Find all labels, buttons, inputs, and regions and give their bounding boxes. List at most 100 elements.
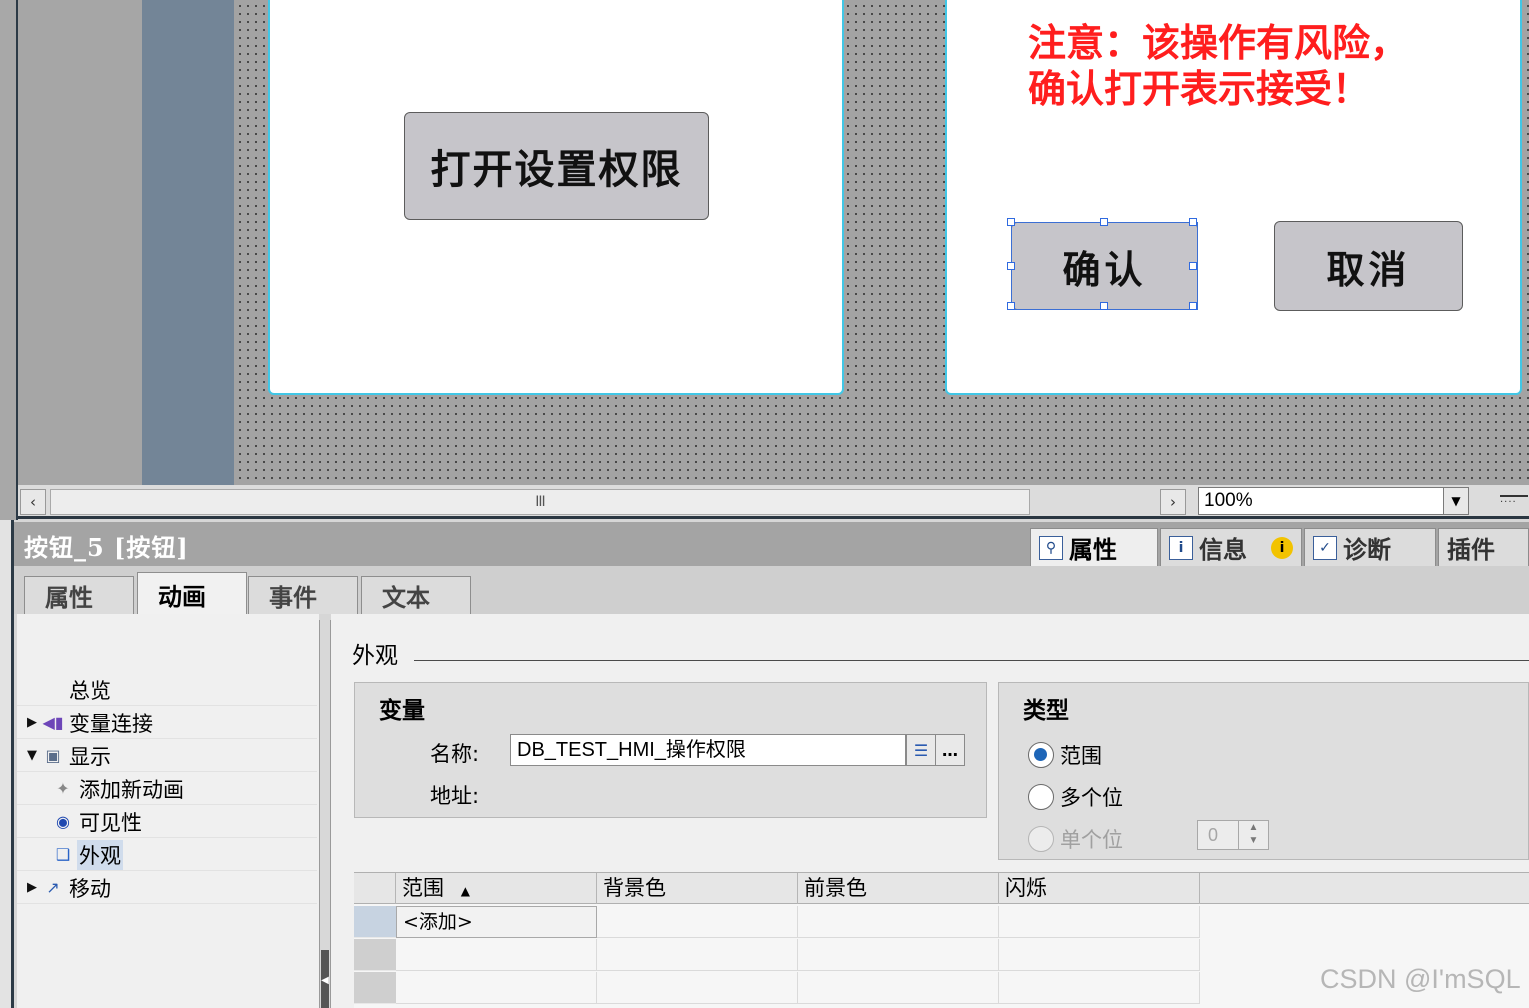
table-cell xyxy=(999,906,1200,938)
radio-single-bit xyxy=(1028,826,1054,852)
add-row-cell[interactable]: <添加> xyxy=(396,906,597,938)
tab-label: 诊断 xyxy=(1343,536,1391,564)
table-header: 范围 ▲ 背景色 前景色 闪烁 xyxy=(354,872,1529,904)
warning-line-2: 确认打开表示接受！ xyxy=(1028,66,1371,111)
resize-handle-w[interactable] xyxy=(1007,262,1015,270)
add-animation-icon: ✦ xyxy=(56,779,70,798)
variable-group-title: 变量 xyxy=(379,698,425,724)
tab-label: 属性 xyxy=(1069,536,1117,564)
tag-name-field[interactable]: DB_TEST_HMI_操作权限 xyxy=(510,734,906,766)
table-cell xyxy=(396,972,597,1004)
resize-handle-n[interactable] xyxy=(1100,218,1108,226)
tab-diagnostics[interactable]: ✓ 诊断 xyxy=(1304,528,1436,566)
tab-label: 插件 xyxy=(1447,536,1495,564)
resize-handle-nw[interactable] xyxy=(1007,218,1015,226)
selection-frame xyxy=(1011,222,1198,310)
row-header xyxy=(354,939,396,971)
chevron-right-icon: › xyxy=(1170,493,1176,511)
tree-label: 总览 xyxy=(69,678,111,703)
tree-label: 移动 xyxy=(69,876,111,901)
tree-item-visibility[interactable]: ◉ 可见性 xyxy=(17,806,317,838)
column-header-range[interactable]: 范围 ▲ xyxy=(396,873,597,904)
tab-properties[interactable]: ⚲ 属性 xyxy=(1030,528,1158,566)
table-cell xyxy=(999,939,1200,971)
cancel-button[interactable]: 取消 xyxy=(1274,221,1463,311)
subtab-properties[interactable]: 属性 xyxy=(24,576,134,614)
resize-handle-ne[interactable] xyxy=(1189,218,1197,226)
tree-item-add-animation[interactable]: ✦ 添加新动画 xyxy=(17,773,317,805)
collapse-tree-icon[interactable]: ◀ xyxy=(321,950,329,1008)
resize-handle-sw[interactable] xyxy=(1007,302,1015,310)
info-icon: i xyxy=(1169,535,1193,560)
resize-handle-e[interactable] xyxy=(1189,262,1197,270)
tab-info[interactable]: i 信息 i xyxy=(1160,528,1302,566)
canvas-gutter xyxy=(18,0,142,485)
expand-arrow-icon[interactable]: ▶ xyxy=(27,715,41,730)
table-cell xyxy=(999,972,1200,1004)
tree-item-tag-connection[interactable]: ▶ ◀▮ 变量连接 xyxy=(17,707,317,739)
column-header-background[interactable]: 背景色 xyxy=(597,873,798,904)
risk-warning-text[interactable]: 注意：该操作有风险， 确认打开表示接受！ xyxy=(1028,20,1488,112)
radio-single-bit-label: 单个位 xyxy=(1060,828,1123,852)
tree-label: 变量连接 xyxy=(69,711,153,736)
tree-label: 外观 xyxy=(77,839,123,870)
stepper-arrows-icon: ▲ ▼ xyxy=(1238,821,1268,849)
tree-item-movement[interactable]: ▶ ↗ 移动 xyxy=(17,872,317,904)
tag-list-button[interactable]: ☰ xyxy=(906,734,936,766)
radio-multiple-bits-label[interactable]: 多个位 xyxy=(1060,782,1123,812)
ellipsis-icon: … xyxy=(942,740,958,760)
subtab-texts[interactable]: 文本 xyxy=(361,576,471,614)
row-header xyxy=(354,972,396,1004)
bit-number-stepper: 0 ▲ ▼ xyxy=(1197,820,1269,850)
row-header[interactable] xyxy=(354,906,396,938)
radio-range[interactable] xyxy=(1028,742,1054,768)
table-cell xyxy=(597,972,798,1004)
subtab-events[interactable]: 事件 xyxy=(248,576,358,614)
canvas-side-area xyxy=(142,0,234,485)
tree-label: 添加新动画 xyxy=(79,777,184,802)
table-cell xyxy=(597,939,798,971)
scroll-left-button[interactable]: ‹ xyxy=(20,489,46,515)
resize-handle-se[interactable] xyxy=(1189,302,1197,310)
column-header-foreground[interactable]: 前景色 xyxy=(798,873,999,904)
properties-icon: ⚲ xyxy=(1039,535,1063,560)
chevron-left-icon: ‹ xyxy=(30,493,36,511)
tree-item-appearance[interactable]: ❑ 外观 xyxy=(17,839,317,871)
row-header-corner xyxy=(354,873,396,904)
eye-icon: ◉ xyxy=(56,812,70,831)
tree-item-display[interactable]: ▼ ▣ 显示 xyxy=(17,740,317,772)
table-cell xyxy=(798,906,999,938)
scroll-right-button[interactable]: › xyxy=(1160,489,1186,515)
zoom-fit-icon[interactable]: ···· xyxy=(1500,495,1528,511)
inspector-header: 按钮_5 [按钮] ⚲ 属性 i 信息 i ✓ 诊断 插件 xyxy=(14,522,1529,566)
appearance-icon: ❑ xyxy=(55,845,71,864)
table-cell xyxy=(798,939,999,971)
resize-handle-s[interactable] xyxy=(1100,302,1108,310)
radio-range-label[interactable]: 范围 xyxy=(1060,740,1102,770)
collapse-arrow-icon[interactable]: ▼ xyxy=(27,748,41,763)
table-cell xyxy=(597,906,798,938)
tab-label: 信息 xyxy=(1199,536,1247,564)
zoom-level-field[interactable]: 100% xyxy=(1198,487,1460,515)
browse-tag-button[interactable]: … xyxy=(935,734,965,766)
open-settings-permission-button[interactable]: 打开设置权限 xyxy=(404,112,709,220)
info-badge-icon: i xyxy=(1271,536,1293,559)
bit-number-value: 0 xyxy=(1208,825,1219,845)
inspector-sub-tabs: 属性 动画 事件 文本 xyxy=(14,566,1529,616)
address-label: 地址: xyxy=(430,784,480,808)
column-header-flashing[interactable]: 闪烁 xyxy=(999,873,1200,904)
name-label: 名称: xyxy=(430,742,480,766)
tag-connection-icon: ◀▮ xyxy=(42,713,64,732)
subtab-animations[interactable]: 动画 xyxy=(137,572,247,616)
tab-plugins[interactable]: 插件 xyxy=(1438,528,1529,566)
tree-item-overview[interactable]: 总览 xyxy=(17,674,317,706)
radio-multiple-bits[interactable] xyxy=(1028,784,1054,810)
tree-splitter[interactable]: ◀ xyxy=(319,620,331,1008)
zoom-dropdown-button[interactable]: ▼ xyxy=(1443,487,1469,515)
expand-arrow-icon[interactable]: ▶ xyxy=(27,880,41,895)
horizontal-scroll-thumb[interactable]: III xyxy=(50,489,1030,515)
sort-ascending-icon: ▲ xyxy=(460,884,470,898)
caret-down-icon: ▼ xyxy=(1451,494,1461,508)
diagnostics-icon: ✓ xyxy=(1313,535,1337,560)
movement-icon: ↗ xyxy=(46,878,60,897)
